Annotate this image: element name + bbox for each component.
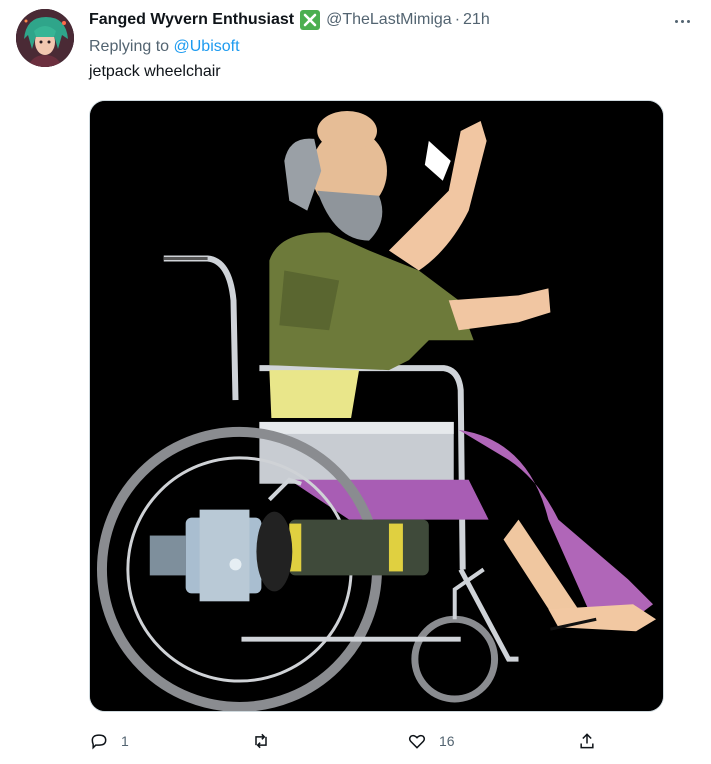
tweet-media[interactable] (89, 100, 664, 712)
display-name[interactable]: Fanged Wyvern Enthusiast (89, 11, 294, 29)
replying-to-link[interactable]: @Ubisoft (174, 38, 240, 55)
like-count: 16 (439, 733, 455, 749)
green-x-badge-icon (300, 10, 321, 30)
like-button[interactable]: 16 (407, 728, 455, 754)
reply-button[interactable]: 1 (89, 728, 129, 754)
reply-icon (91, 734, 107, 750)
jetpack-wheelchair-image (90, 101, 663, 711)
tweet-text: jetpack wheelchair (89, 63, 221, 80)
tweet-actions: 1 16 (89, 728, 609, 754)
replying-to: Replying to @Ubisoft (89, 38, 240, 56)
share-button[interactable] (577, 728, 597, 754)
tweet[interactable]: Fanged Wyvern Enthusiast @TheLastMimiga … (0, 0, 711, 764)
reply-count: 1 (121, 733, 129, 749)
heart-icon (408, 734, 426, 749)
retweet-button[interactable] (251, 728, 283, 754)
more-options-icon[interactable] (671, 10, 693, 32)
timestamp[interactable]: 21h (463, 11, 490, 29)
tweet-header: Fanged Wyvern Enthusiast @TheLastMimiga … (89, 9, 490, 31)
avatar[interactable] (16, 9, 74, 67)
user-handle[interactable]: @TheLastMimiga (326, 11, 452, 29)
share-icon (580, 733, 594, 749)
replying-to-label: Replying to (89, 38, 170, 55)
avatar-image (16, 9, 74, 67)
separator-dot: · (454, 11, 461, 28)
retweet-icon (255, 733, 267, 749)
